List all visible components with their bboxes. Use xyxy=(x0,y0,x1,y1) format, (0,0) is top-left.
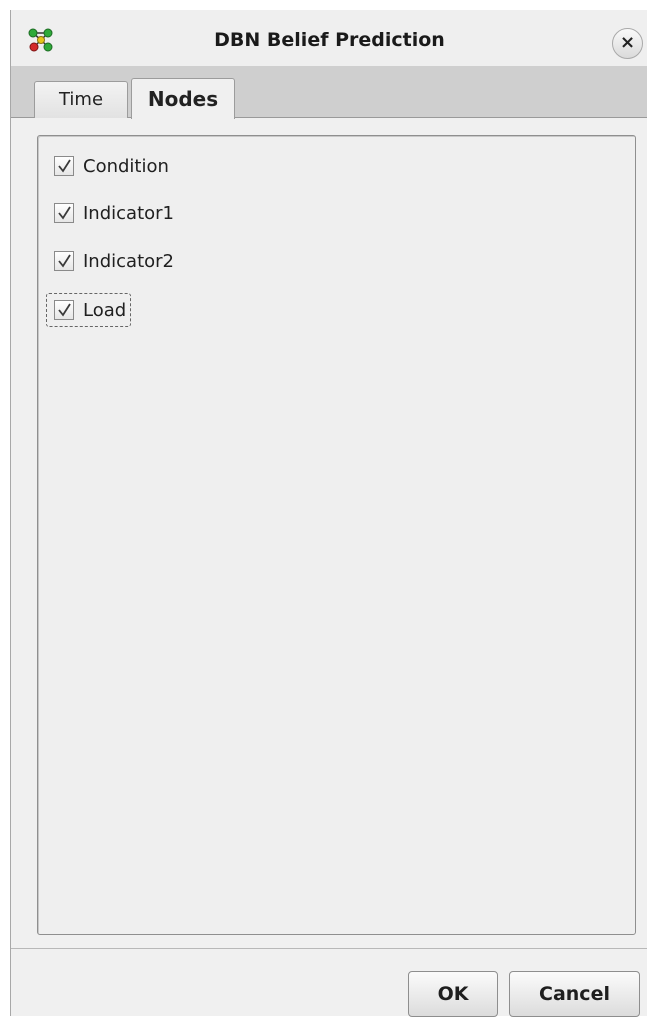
title-bar: DBN Belief Prediction × xyxy=(11,10,647,66)
indicator2-checkbox[interactable] xyxy=(54,251,74,271)
checkmark-icon xyxy=(58,303,71,317)
node-item-condition[interactable]: Condition xyxy=(54,151,169,181)
tab-nodes[interactable]: Nodes xyxy=(131,78,235,119)
node-item-load[interactable]: Load xyxy=(46,293,132,327)
node-label: Condition xyxy=(83,155,169,177)
close-icon: × xyxy=(619,32,636,53)
cancel-button[interactable]: Cancel xyxy=(509,971,640,1017)
indicator1-checkbox[interactable] xyxy=(54,203,74,223)
node-label: Load xyxy=(83,299,127,321)
tab-strip: Time Nodes xyxy=(11,66,647,119)
node-item-indicator2[interactable]: Indicator2 xyxy=(54,246,174,276)
dialog-title: DBN Belief Prediction xyxy=(214,29,445,51)
node-label: Indicator2 xyxy=(83,250,174,272)
checkmark-icon xyxy=(58,159,71,173)
load-checkbox[interactable] xyxy=(54,300,74,320)
nodes-list-panel: Condition Indicator1 Indicator2 Load xyxy=(37,135,636,935)
condition-checkbox[interactable] xyxy=(54,156,74,176)
tab-time[interactable]: Time xyxy=(34,81,128,118)
checkmark-icon xyxy=(58,206,71,220)
dbn-belief-prediction-dialog: DBN Belief Prediction × Time Nodes Condi… xyxy=(10,10,647,1017)
checkmark-icon xyxy=(58,254,71,268)
node-item-indicator1[interactable]: Indicator1 xyxy=(54,198,174,228)
node-label: Indicator1 xyxy=(83,202,174,224)
button-bar: OK Cancel xyxy=(11,948,647,1017)
ok-button[interactable]: OK xyxy=(408,971,498,1017)
close-button[interactable]: × xyxy=(612,28,643,59)
